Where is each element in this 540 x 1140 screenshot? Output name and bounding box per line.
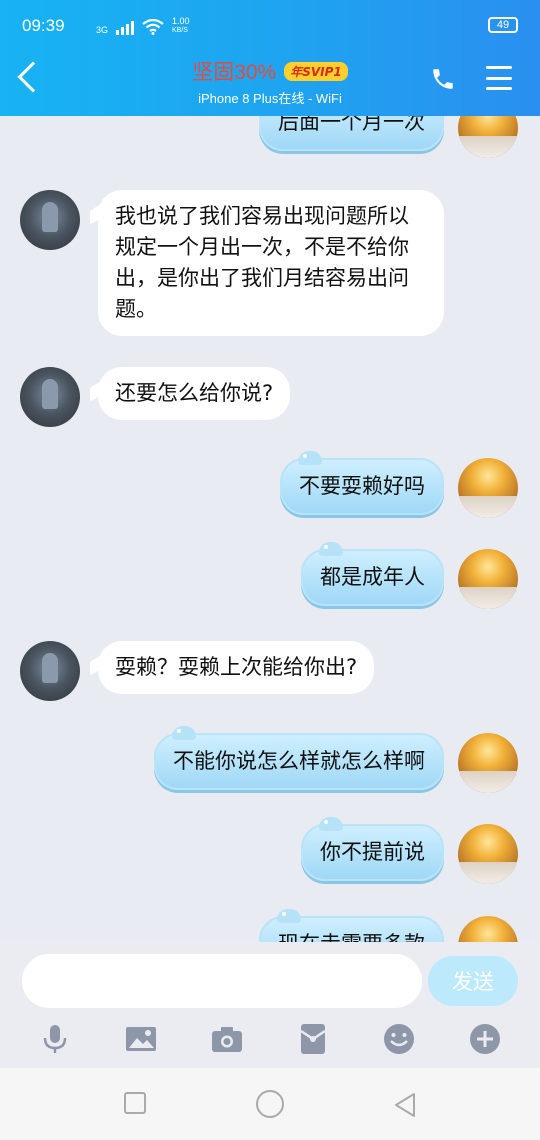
system-nav-bar [0, 1068, 540, 1140]
message-bubble[interactable]: 都是成年人 [301, 542, 444, 606]
send-button[interactable]: 发送 [428, 956, 518, 1006]
message-right: 都是成年人 [0, 542, 540, 613]
contact-avatar[interactable] [20, 190, 80, 250]
chat-message-list[interactable]: 后面一个月一次 我也说了我们容易出现问题所以规定一个月出一次，不是不给你出，是你… [0, 116, 540, 942]
plus-icon[interactable] [468, 1022, 502, 1056]
battery-icon: 49 [488, 17, 518, 33]
contact-name[interactable]: 坚固30% [192, 56, 276, 86]
phone-call-icon[interactable] [430, 66, 456, 92]
message-bubble[interactable]: 不要耍赖好吗 [280, 451, 444, 515]
title-row: 坚固30% 年SVIP1 [0, 56, 540, 86]
my-avatar[interactable] [458, 549, 518, 609]
message-left: 我也说了我们容易出现问题所以规定一个月出一次，不是不给你出，是你出了我们月结容易… [0, 190, 540, 340]
message-right: 后面一个月一次 [0, 116, 540, 164]
input-bar: 发送 [0, 942, 540, 1010]
nav-back-button[interactable] [390, 1090, 420, 1120]
emoji-icon[interactable] [382, 1022, 416, 1056]
contact-avatar[interactable] [20, 641, 80, 701]
chat-header: 09:39 3G 1.00 KB/S 49 坚固30% 年SVIP1 iPhon… [0, 0, 540, 116]
network-type: 3G [96, 25, 109, 35]
recent-apps-button[interactable] [124, 1092, 146, 1114]
message-bubble[interactable]: 现在走需要多款 [259, 909, 444, 942]
message-right: 现在走需要多款 [0, 909, 540, 942]
message-input[interactable] [22, 954, 422, 1008]
my-avatar[interactable] [458, 916, 518, 942]
contact-avatar[interactable] [20, 367, 80, 427]
message-bubble[interactable]: 我也说了我们容易出现问题所以规定一个月出一次，不是不给你出，是你出了我们月结容易… [98, 190, 444, 336]
signal-icon [116, 19, 135, 35]
my-avatar[interactable] [458, 116, 518, 158]
status-icons: 3G 1.00 KB/S [96, 17, 190, 35]
red-packet-icon[interactable] [296, 1022, 330, 1056]
message-bubble[interactable]: 还要怎么给你说? [98, 367, 291, 420]
message-left: 还要怎么给你说? [0, 367, 540, 431]
camera-icon[interactable] [210, 1022, 244, 1056]
message-bubble[interactable]: 不能你说怎么样就怎么样啊 [154, 726, 444, 790]
message-right: 你不提前说 [0, 817, 540, 888]
status-bar: 09:39 3G 1.00 KB/S 49 [22, 14, 518, 40]
message-bubble[interactable]: 后面一个月一次 [259, 116, 444, 151]
online-status: iPhone 8 Plus在线 - WiFi [198, 91, 342, 106]
my-avatar[interactable] [458, 733, 518, 793]
svip-badge[interactable]: 年SVIP1 [284, 61, 348, 81]
image-icon[interactable] [124, 1022, 158, 1056]
message-right: 不能你说怎么样就怎么样啊 [0, 726, 540, 797]
menu-icon[interactable] [486, 66, 512, 90]
input-toolbar [0, 1010, 540, 1068]
message-left: 耍赖？耍赖上次能给你出? [0, 641, 540, 705]
message-bubble[interactable]: 耍赖？耍赖上次能给你出? [98, 641, 375, 694]
network-speed: 1.00 KB/S [172, 16, 190, 35]
my-avatar[interactable] [458, 824, 518, 884]
my-avatar[interactable] [458, 458, 518, 518]
microphone-icon[interactable] [38, 1022, 72, 1056]
home-button[interactable] [256, 1090, 284, 1118]
message-right: 不要耍赖好吗 [0, 451, 540, 522]
message-bubble[interactable]: 你不提前说 [301, 817, 444, 881]
status-time: 09:39 [22, 16, 65, 35]
wifi-icon [142, 19, 164, 35]
